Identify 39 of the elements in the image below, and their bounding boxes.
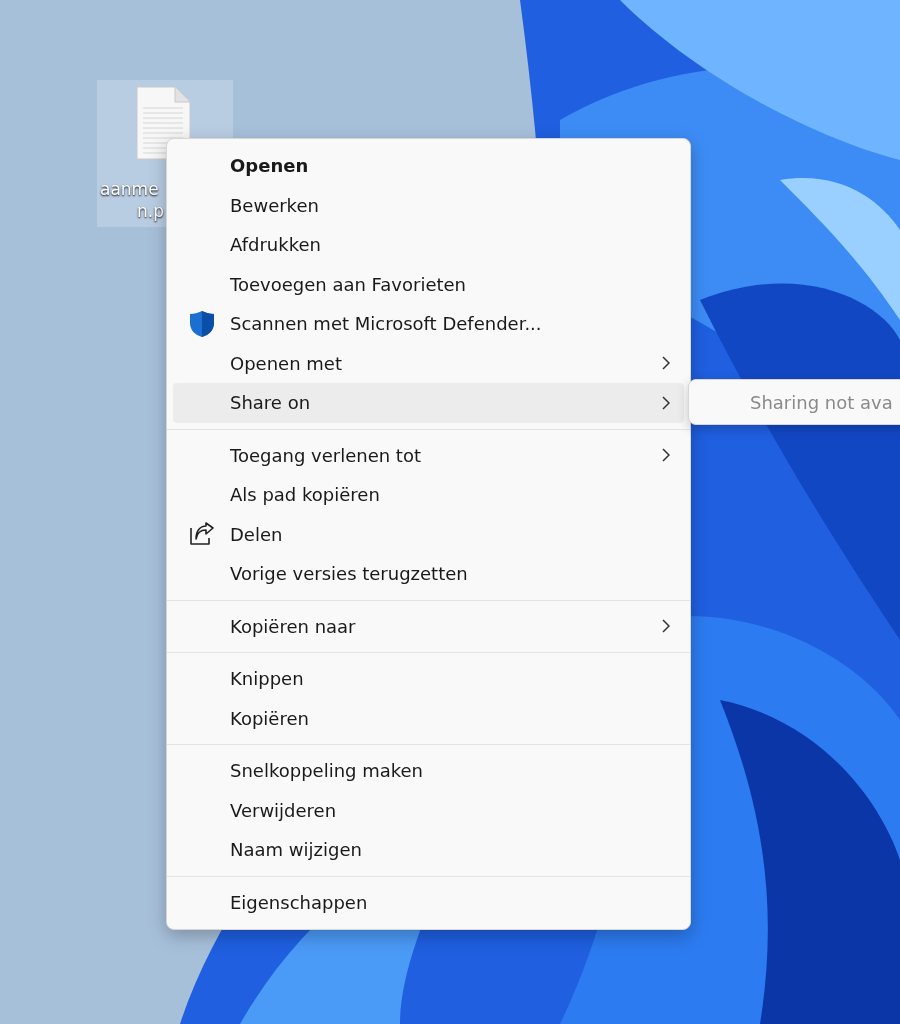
menu-item-label: Snelkoppeling maken: [230, 759, 425, 784]
menu-item[interactable]: Openen met: [173, 343, 684, 383]
file-name: aanme: [100, 178, 159, 200]
menu-item[interactable]: Toevoegen aan Favorieten: [173, 264, 684, 304]
menu-item-label: Kopiëren: [230, 706, 310, 731]
menu-item[interactable]: Knippen: [173, 659, 684, 699]
menu-item-label: Scannen met Microsoft Defender...: [230, 312, 543, 337]
menu-item[interactable]: Als pad kopiëren: [173, 475, 684, 515]
menu-item-label: Als pad kopiëren: [230, 483, 381, 508]
menu-item-label: Toegang verlenen tot: [230, 443, 422, 468]
menu-item-label: Bewerken: [230, 193, 320, 218]
menu-item[interactable]: Verwijderen: [173, 790, 684, 830]
menu-item[interactable]: Naam wijzigen: [173, 830, 684, 870]
menu-item-label: Vorige versies terugzetten: [230, 562, 469, 587]
menu-item-label: Afdrukken: [230, 233, 322, 258]
menu-item[interactable]: Share on: [173, 383, 684, 423]
menu-item-label: Eigenschappen: [230, 890, 369, 915]
menu-item[interactable]: Snelkoppeling maken: [173, 751, 684, 791]
menu-item[interactable]: Kopiëren naar: [173, 606, 684, 646]
menu-item-label: Kopiëren naar: [230, 614, 357, 639]
menu-item-label: Delen: [230, 522, 284, 547]
menu-item-label: Toevoegen aan Favorieten: [230, 272, 467, 297]
menu-item[interactable]: Afdrukken: [173, 225, 684, 265]
menu-item[interactable]: Toegang verlenen tot: [173, 435, 684, 475]
menu-item[interactable]: Scannen met Microsoft Defender...: [173, 304, 684, 344]
file-name: n.p: [137, 200, 164, 222]
submenu-message: Sharing not ava: [750, 390, 893, 415]
share-icon: [188, 522, 215, 547]
menu-item[interactable]: Delen: [173, 514, 684, 554]
menu-item-label: Knippen: [230, 667, 305, 692]
menu-item[interactable]: Eigenschappen: [173, 882, 684, 922]
menu-item-label: Openen: [230, 154, 310, 179]
menu-item-label: Verwijderen: [230, 798, 338, 823]
menu-item[interactable]: Vorige versies terugzetten: [173, 554, 684, 594]
menu-item[interactable]: Kopiëren: [173, 698, 684, 738]
menu-item-label: Share on: [230, 391, 312, 416]
menu-item-label: Naam wijzigen: [230, 838, 363, 863]
menu-item-label: Openen met: [230, 351, 343, 376]
shield-icon: [188, 309, 215, 338]
